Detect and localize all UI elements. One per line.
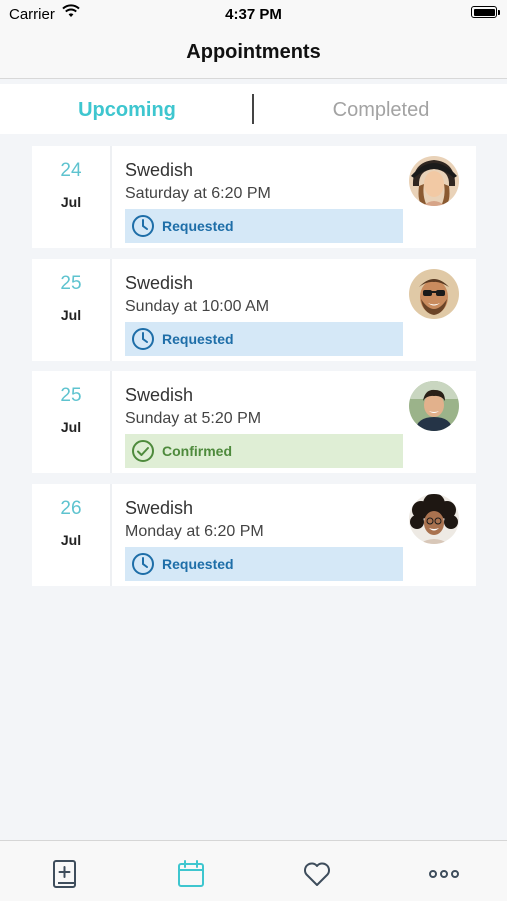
tab-bar bbox=[0, 840, 507, 901]
status-badge: Requested bbox=[125, 321, 403, 356]
day-number: 24 bbox=[60, 160, 82, 181]
appointment-card[interactable]: 26 Jul Swedish Monday at 6:20 PM Request… bbox=[32, 483, 476, 586]
appointment-time: Sunday at 10:00 AM bbox=[125, 297, 270, 315]
month-label: Jul bbox=[60, 194, 82, 210]
service-name: Swedish bbox=[125, 497, 194, 518]
clock-icon bbox=[132, 327, 154, 350]
appointment-time: Saturday at 6:20 PM bbox=[125, 185, 271, 202]
date-column: 26 Jul bbox=[32, 483, 112, 586]
heart-icon[interactable] bbox=[302, 859, 332, 889]
appointment-list: 24 Jul Swedish Saturday at 6:20 PM Reque… bbox=[32, 146, 476, 596]
check-circle-icon bbox=[132, 440, 154, 462]
service-name: Swedish bbox=[125, 272, 194, 293]
appointment-time: Monday at 6:20 PM bbox=[125, 522, 264, 540]
more-icon[interactable] bbox=[428, 859, 460, 889]
day-number: 25 bbox=[60, 272, 82, 294]
page-title: Appointments bbox=[186, 41, 321, 63]
status-badge: Confirmed bbox=[125, 434, 403, 468]
tab-completed[interactable]: Completed bbox=[254, 99, 507, 122]
month-label: Jul bbox=[60, 306, 82, 323]
add-booking-icon[interactable] bbox=[50, 859, 80, 889]
appointment-card[interactable]: 25 Jul Swedish Sunday at 5:20 PM Confirm… bbox=[32, 371, 476, 473]
avatar bbox=[409, 156, 459, 206]
status-label: Confirmed bbox=[162, 443, 232, 459]
tab-upcoming[interactable]: Upcoming bbox=[0, 99, 254, 122]
status-label: Requested bbox=[162, 555, 234, 572]
calendar-icon[interactable] bbox=[176, 859, 206, 889]
status-label: Requested bbox=[162, 218, 234, 234]
clock-icon bbox=[132, 552, 154, 575]
month-label: Jul bbox=[60, 531, 82, 548]
navigation-bar: Appointments bbox=[0, 28, 507, 79]
day-number: 25 bbox=[60, 385, 82, 406]
appointment-card[interactable]: 25 Jul Swedish Sunday at 10:00 AM Reques… bbox=[32, 258, 476, 361]
appointment-card[interactable]: 24 Jul Swedish Saturday at 6:20 PM Reque… bbox=[32, 146, 476, 248]
battery-icon bbox=[471, 6, 500, 18]
status-bar: Carrier 4:37 PM bbox=[0, 0, 507, 28]
month-label: Jul bbox=[60, 419, 82, 435]
status-badge: Requested bbox=[125, 209, 403, 243]
avatar bbox=[409, 493, 459, 544]
date-column: 24 Jul bbox=[32, 146, 112, 248]
status-label: Requested bbox=[162, 330, 234, 347]
clock: 4:37 PM bbox=[225, 6, 282, 23]
clock-icon bbox=[132, 215, 154, 237]
status-badge: Requested bbox=[125, 546, 403, 581]
service-name: Swedish bbox=[125, 385, 194, 405]
service-name: Swedish bbox=[125, 160, 194, 180]
date-column: 25 Jul bbox=[32, 258, 112, 361]
appointment-time: Sunday at 5:20 PM bbox=[125, 410, 262, 427]
date-column: 25 Jul bbox=[32, 371, 112, 473]
avatar bbox=[409, 268, 459, 319]
day-number: 26 bbox=[60, 497, 82, 519]
segmented-control: Upcoming Completed bbox=[0, 84, 507, 134]
avatar bbox=[409, 381, 459, 431]
